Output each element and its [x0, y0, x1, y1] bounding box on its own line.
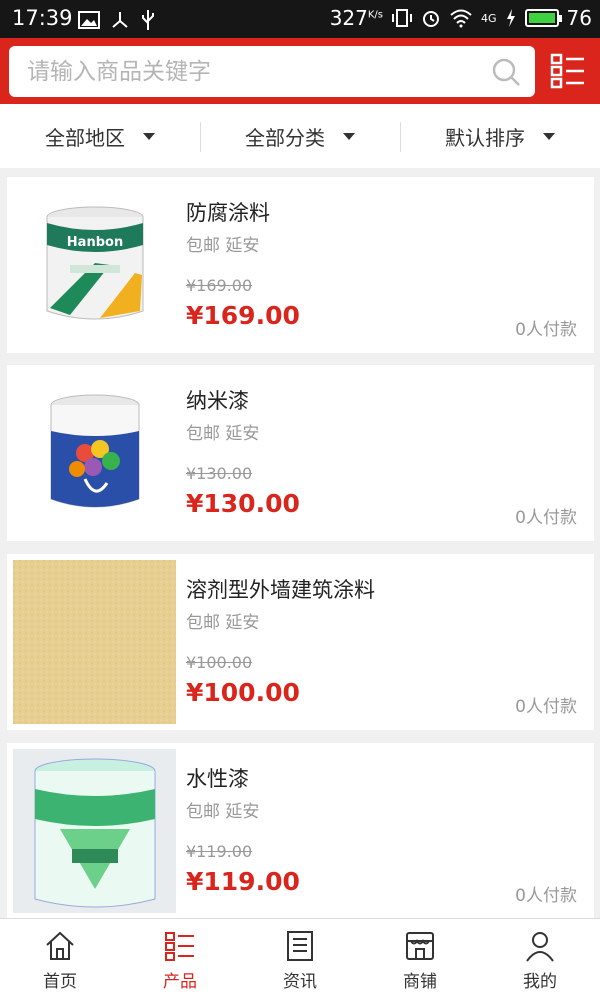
product-name: 纳米漆: [186, 389, 249, 413]
tab-home[interactable]: 首页: [0, 919, 120, 1000]
product-list: Hanbon 防腐涂料 包邮 延安 ¥169.00 ¥169.00 0人付款 纳…: [0, 168, 600, 918]
vibrate-icon: [392, 9, 413, 27]
current-price: ¥119.00: [186, 867, 300, 896]
wifi-icon: [450, 9, 472, 28]
image-icon: [78, 11, 100, 29]
tab-products[interactable]: 产品: [120, 919, 240, 1000]
news-icon: [287, 931, 313, 961]
buyer-count: 0人付款: [515, 697, 577, 717]
status-time: 17:39: [12, 6, 73, 30]
buyer-count: 0人付款: [515, 320, 577, 340]
current-price: ¥169.00: [186, 301, 300, 330]
category-menu-icon[interactable]: [550, 52, 586, 90]
product-card[interactable]: Hanbon 防腐涂料 包邮 延安 ¥169.00 ¥169.00 0人付款: [7, 177, 594, 353]
tab-profile[interactable]: 我的: [480, 919, 600, 1000]
search-header: [0, 38, 600, 104]
user-icon: [526, 932, 554, 962]
tab-news[interactable]: 资讯: [240, 919, 360, 1000]
product-name: 溶剂型外墙建筑涂料: [186, 578, 375, 602]
current-price: ¥100.00: [186, 678, 300, 707]
usb-icon: [142, 10, 154, 30]
product-card[interactable]: 水性漆 包邮 延安 ¥119.00 ¥119.00 0人付款: [7, 743, 594, 918]
product-image: [13, 749, 176, 913]
product-image: [13, 560, 176, 724]
battery-level: 76: [566, 6, 592, 30]
search-input[interactable]: [9, 46, 459, 97]
network-speed: 327: [329, 6, 368, 30]
filter-bar: 全部地区 全部分类 默认排序: [0, 104, 600, 168]
product-shipping: 包邮 延安: [186, 802, 260, 822]
product-image: [13, 371, 176, 535]
shop-icon: [406, 932, 434, 960]
chevron-down-icon: [543, 132, 555, 140]
brand-text: Hanbon: [66, 235, 122, 250]
original-price: ¥100.00: [186, 653, 253, 672]
network-type: 4G: [481, 11, 497, 25]
product-shipping: 包邮 延安: [186, 236, 260, 256]
share-icon: [112, 12, 128, 28]
current-price: ¥130.00: [186, 489, 300, 518]
product-shipping: 包邮 延安: [186, 424, 260, 444]
product-name: 水性漆: [186, 767, 249, 791]
product-name: 防腐涂料: [186, 201, 270, 225]
signal-icon: [506, 9, 515, 27]
bottom-tab-bar: 首页 产品 资讯 商铺 我的: [0, 918, 600, 1000]
alarm-icon: [423, 11, 440, 27]
original-price: ¥169.00: [186, 276, 253, 295]
filter-region[interactable]: 全部地区: [0, 104, 200, 168]
search-box: [9, 46, 535, 97]
list-icon: [165, 932, 194, 961]
buyer-count: 0人付款: [515, 508, 577, 528]
home-icon: [46, 931, 74, 960]
product-card[interactable]: 纳米漆 包邮 延安 ¥130.00 ¥130.00 0人付款: [7, 365, 594, 541]
original-price: ¥119.00: [186, 842, 253, 861]
chevron-down-icon: [343, 132, 355, 140]
tab-shop[interactable]: 商铺: [360, 919, 480, 1000]
status-bar: 17:39 327K/s 4G 76: [0, 0, 600, 38]
product-shipping: 包邮 延安: [186, 613, 260, 633]
buyer-count: 0人付款: [515, 886, 577, 906]
battery-icon: [524, 9, 562, 27]
filter-sort[interactable]: 默认排序: [400, 104, 600, 168]
original-price: ¥130.00: [186, 464, 253, 483]
product-card[interactable]: 溶剂型外墙建筑涂料 包邮 延安 ¥100.00 ¥100.00 0人付款: [7, 554, 594, 730]
filter-category[interactable]: 全部分类: [200, 104, 400, 168]
search-icon[interactable]: [491, 57, 521, 87]
product-image: Hanbon: [13, 183, 176, 347]
chevron-down-icon: [143, 132, 155, 140]
